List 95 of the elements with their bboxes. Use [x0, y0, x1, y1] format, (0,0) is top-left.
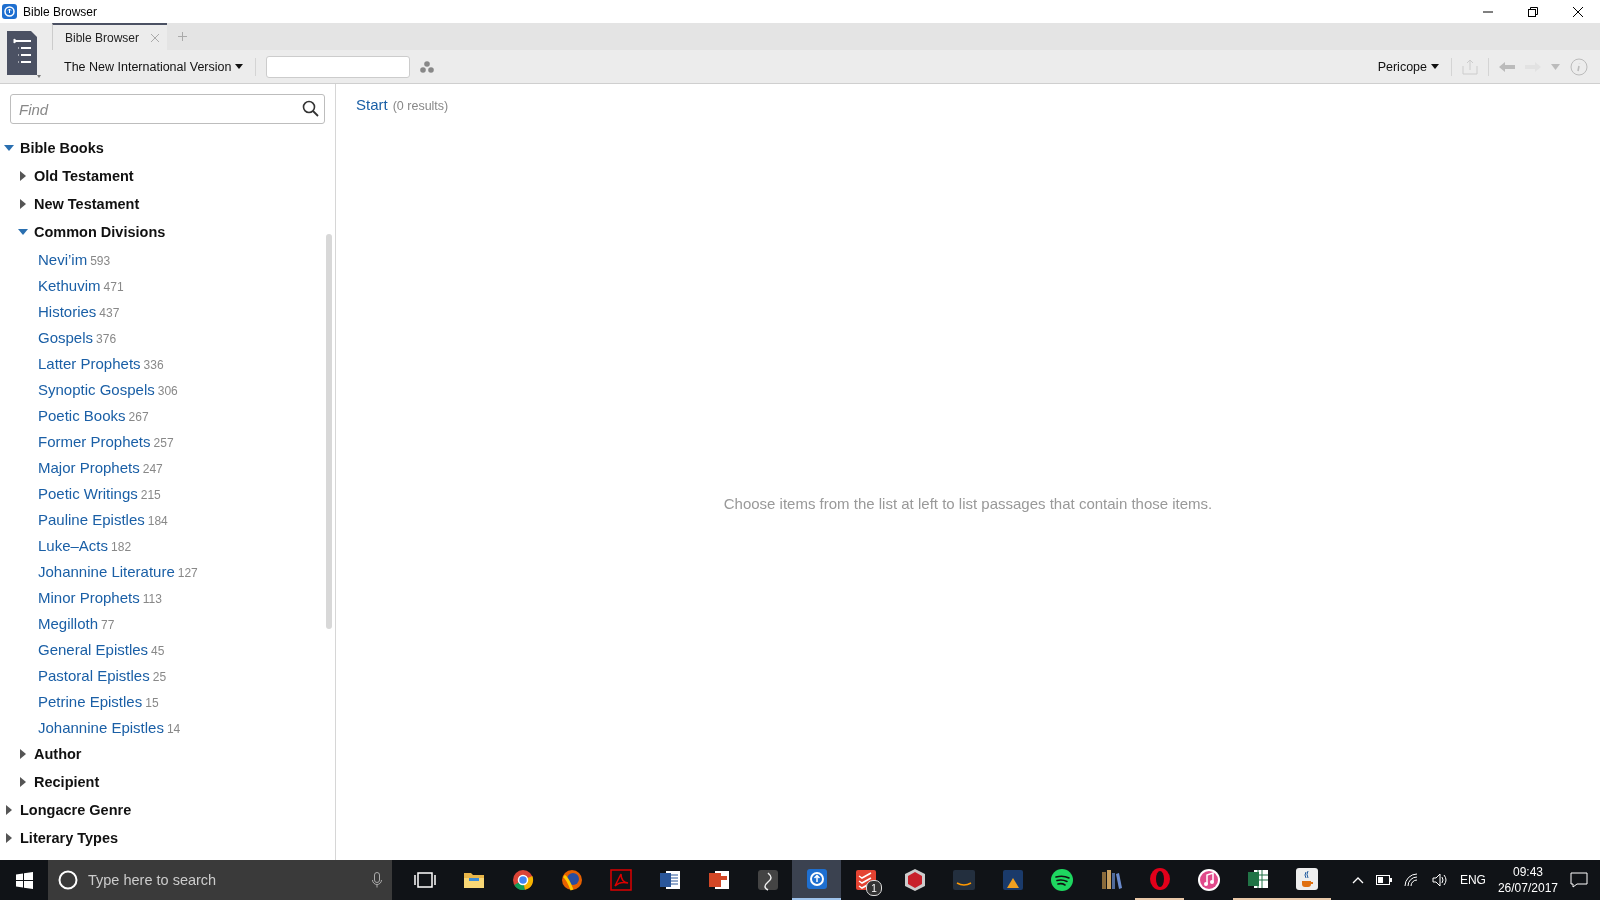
circle-icon [58, 870, 78, 890]
scrollbar[interactable] [326, 234, 332, 629]
tree-item-link[interactable]: Petrine Epistles [38, 692, 143, 710]
tree-item-link[interactable]: Poetic Writings [38, 484, 138, 502]
ring-icon [1147, 867, 1172, 891]
empty-message: Choose items from the list at left to list passages that contain those items. [723, 494, 1213, 512]
tree-item-link[interactable]: Pastoral Epistles [38, 666, 150, 684]
music-note-icon [1196, 868, 1221, 892]
item-count: 471 [103, 278, 124, 294]
spotify-icon [1049, 868, 1074, 892]
tree-item-link[interactable]: Kethuvim [38, 276, 101, 294]
tree-item-link[interactable]: Pauline Epistles [38, 510, 145, 528]
tab[interactable]: Bible Browser [52, 23, 168, 50]
taskbar-app-button[interactable] [792, 860, 841, 900]
tree-item-link[interactable]: Johannine Literature [38, 562, 175, 580]
item-count: 127 [177, 564, 198, 580]
circle-icon [510, 868, 535, 892]
breadcrumb-link[interactable]: Start [356, 96, 388, 113]
item-count: 113 [142, 590, 162, 606]
dropdown-caret-icon [1431, 64, 1439, 69]
item-count: 267 [128, 408, 149, 424]
plus-icon [177, 32, 187, 41]
item-count: 306 [157, 382, 178, 398]
item-count: 593 [90, 252, 111, 268]
clock-time[interactable]: 09:43 [1512, 865, 1543, 879]
windows-logo-icon [15, 871, 33, 889]
item-count: 336 [143, 356, 164, 372]
magnifier-app-icon [804, 867, 829, 891]
item-count: 184 [147, 512, 168, 528]
taskbar-search-field[interactable]: Type here to search [48, 860, 392, 900]
window-title: Bible Browser [23, 4, 98, 19]
spreadsheet-icon [1245, 867, 1270, 891]
wifi-icon[interactable] [1403, 873, 1420, 887]
item-count: 45 [151, 642, 165, 658]
results-count: (0 results) [392, 99, 449, 113]
item-count: 182 [111, 538, 132, 554]
version-dropdown[interactable]: The New International Version [62, 57, 246, 76]
hexagon-icon [902, 868, 927, 892]
tree-node[interactable]: New Testament [34, 196, 140, 212]
tree-item-link[interactable]: Poetic Books [38, 406, 126, 424]
app-logo-icon [2, 4, 17, 19]
tree-item-link[interactable]: Synoptic Gospels [38, 380, 155, 398]
restore-icon [1527, 6, 1538, 17]
reference-field[interactable] [266, 55, 411, 78]
tree-node[interactable]: Old Testament [34, 168, 134, 184]
tree-node[interactable]: Bible Books [20, 140, 104, 156]
tree-node[interactable]: Recipient [34, 774, 100, 790]
tree-item-link[interactable]: General Epistles [38, 640, 149, 658]
cup-icon [1294, 867, 1319, 891]
battery-icon[interactable] [1375, 875, 1392, 885]
tree-item-link[interactable]: Gospels [38, 328, 94, 346]
tree-item-link[interactable]: Major Prophets [38, 458, 140, 476]
close-icon [1572, 6, 1583, 17]
item-count: 215 [140, 486, 161, 502]
volume-icon[interactable] [1431, 873, 1448, 887]
tree-node[interactable]: Longacre Genre [20, 802, 132, 818]
people-button[interactable] [420, 60, 435, 73]
tree-item-link[interactable]: Former Prophets [38, 432, 151, 450]
taskbar-app-button[interactable]: 1 [841, 860, 890, 900]
item-count: 77 [101, 616, 115, 632]
document-icon [657, 868, 682, 892]
tree-item-link[interactable]: Nevi’im [38, 250, 88, 268]
tree-item-link[interactable]: Minor Prophets [38, 588, 140, 606]
item-count: 257 [153, 434, 174, 450]
notification-count: 1 [866, 880, 882, 896]
tree-item-link[interactable]: Histories [38, 302, 97, 320]
item-count: 437 [99, 304, 120, 320]
reader-app-icon [1000, 868, 1025, 892]
music-app-icon [951, 868, 976, 892]
tree-item-link[interactable]: Latter Prophets [38, 354, 141, 372]
pericope-dropdown[interactable]: Pericope [1375, 57, 1441, 76]
item-count: 14 [166, 720, 181, 736]
tree-node[interactable]: Author [34, 746, 82, 762]
swirl-app-icon [755, 868, 780, 892]
document-icon [608, 868, 633, 892]
item-count: 247 [142, 460, 163, 476]
dots-icon [420, 60, 435, 73]
language-indicator[interactable]: ENG [1459, 873, 1486, 887]
search-icon[interactable] [302, 100, 319, 117]
tree-item-link[interactable]: Johannine Epistles [38, 718, 164, 736]
item-count: 376 [96, 330, 117, 346]
find-field[interactable]: Find [10, 94, 325, 124]
tree-node[interactable]: Literary Types [20, 830, 119, 846]
globe-icon [559, 868, 584, 892]
tree-item-link[interactable]: Luke–Acts [38, 536, 109, 554]
dropdown-caret-icon [235, 64, 244, 69]
tree-item-link[interactable]: Megilloth [38, 614, 99, 632]
document-icon [706, 868, 731, 892]
clock-date[interactable]: 26/07/2017 [1497, 881, 1558, 895]
chevron-up-icon[interactable] [1351, 876, 1364, 884]
microphone-icon[interactable] [372, 872, 382, 888]
notification-icon[interactable] [1570, 872, 1588, 888]
item-count: 15 [145, 694, 159, 710]
tree-node[interactable]: Common Divisions [34, 224, 166, 240]
item-count: 25 [152, 668, 167, 684]
